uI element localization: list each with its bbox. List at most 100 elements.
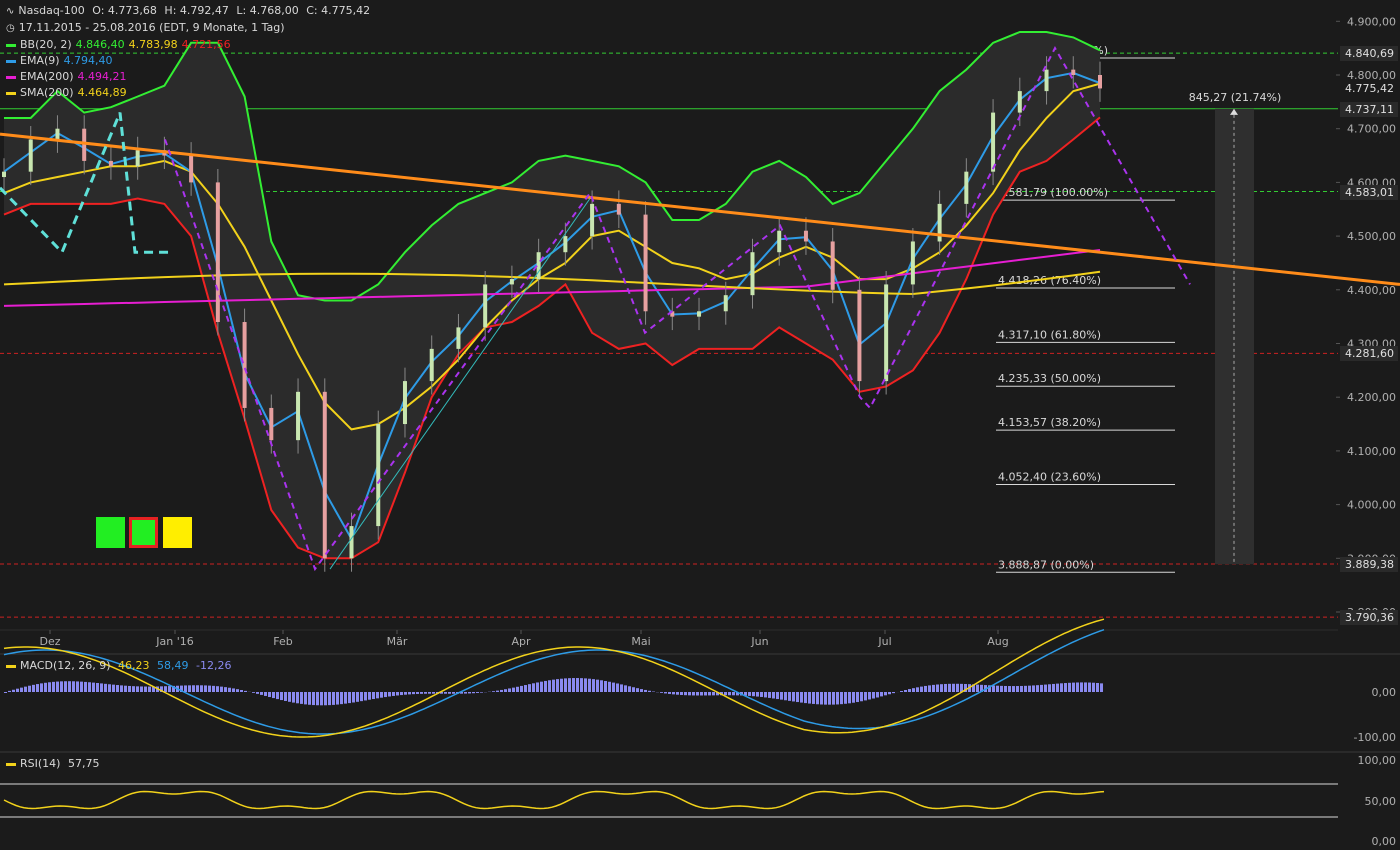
macd-histogram-bar: [1096, 682, 1099, 692]
indicator-label: SMA(200): [20, 86, 74, 99]
macd-histogram-bar: [708, 692, 711, 696]
price-marker-label: 4.775,42: [1340, 81, 1398, 97]
macd-histogram-bar: [952, 683, 955, 692]
macd-histogram-bar: [552, 679, 555, 692]
signal-box-selected[interactable]: [129, 517, 158, 548]
macd-histogram-bar: [860, 692, 863, 702]
macd-histogram-bar: [624, 685, 627, 692]
macd-histogram-bar: [344, 692, 347, 704]
macd-histogram-bar: [128, 685, 131, 692]
macd-histogram-bar: [772, 692, 775, 699]
macd-histogram-bar: [592, 679, 595, 692]
candle-body: [910, 241, 915, 285]
macd-histogram-bar: [920, 686, 923, 692]
price-tick-label: 4.100,00: [1347, 445, 1396, 458]
macd-histogram-bar: [108, 684, 111, 692]
macd-histogram-bar: [308, 692, 311, 705]
indicator-legend-row: SMA(200) 4.464,89: [6, 85, 131, 101]
macd-histogram-bar: [424, 692, 427, 694]
macd-histogram-bar: [836, 692, 839, 705]
macd-histogram-bar: [940, 684, 943, 692]
macd-histogram-bar: [184, 685, 187, 692]
macd-histogram-bar: [568, 678, 571, 692]
signal-box-green[interactable]: [96, 517, 125, 548]
indicator-value: 4.721,56: [181, 38, 231, 51]
macd-histogram-bar: [68, 681, 71, 692]
macd-histogram-bar: [228, 687, 231, 692]
macd-histogram-bar: [1008, 686, 1011, 692]
macd-histogram-bar: [584, 678, 587, 692]
macd-histogram-bar: [376, 692, 379, 699]
macd-histogram-bar: [672, 692, 675, 695]
macd-histogram-bar: [396, 692, 399, 696]
indicator-swatch: [6, 59, 16, 63]
macd-histogram-bar: [692, 692, 695, 696]
signal-box-yellow[interactable]: [163, 517, 192, 548]
macd-histogram-bar: [480, 692, 483, 693]
candle-body: [616, 203, 621, 215]
macd-histogram-bar: [472, 692, 475, 694]
macd-histogram-bar: [760, 692, 763, 697]
macd-histogram-bar: [12, 689, 15, 692]
macd-histogram-bar: [140, 686, 143, 692]
macd-histogram-bar: [236, 689, 239, 692]
macd-histogram-bar: [144, 686, 147, 692]
macd-histogram-bar: [268, 692, 271, 698]
month-label: Dez: [39, 635, 60, 648]
macd-histogram-bar: [72, 681, 75, 692]
macd-histogram-bar: [684, 692, 687, 696]
macd-histogram-bar: [560, 678, 563, 692]
macd-histogram-bar: [276, 692, 279, 700]
macd-histogram-bar: [240, 690, 243, 692]
candle-body: [242, 322, 247, 408]
macd-histogram-bar: [288, 692, 291, 702]
month-label: Jul: [877, 635, 891, 648]
macd-histogram-bar: [208, 685, 211, 692]
macd-histogram-bar: [668, 692, 671, 694]
macd-histogram-bar: [928, 685, 931, 692]
rsi-value: 57,75: [67, 757, 100, 770]
macd-histogram-bar: [856, 692, 859, 703]
macd-histogram-bar: [384, 692, 387, 698]
macd-histogram-bar: [1020, 685, 1023, 692]
macd-histogram-bar: [4, 692, 7, 693]
macd-histogram-bar: [844, 692, 847, 704]
candle-body: [1044, 69, 1049, 92]
candle-body: [55, 128, 60, 140]
macd-histogram-bar: [312, 692, 315, 706]
macd-histogram-bar: [196, 685, 199, 692]
macd-histogram-bar: [168, 686, 171, 692]
indicator-swatch: [6, 43, 16, 47]
rsi-axis-label: 100,00: [1358, 754, 1397, 767]
candle-body: [189, 155, 194, 183]
price-marker-label: 4.281,60: [1340, 346, 1398, 362]
macd-histogram-bar: [368, 692, 371, 700]
macd-histogram-bar: [916, 687, 919, 692]
macd-histogram-bar: [948, 683, 951, 692]
indicator-label: EMA(200): [20, 70, 74, 83]
macd-histogram-bar: [820, 692, 823, 705]
candle-body: [1017, 91, 1022, 113]
macd-histogram-bar: [992, 685, 995, 692]
macd-histogram-bar: [360, 692, 363, 702]
candle-body: [1071, 69, 1076, 75]
macd-histogram-bar: [1048, 684, 1051, 692]
macd-histogram-bar: [700, 692, 703, 696]
stock-chart[interactable]: 4.900,004.800,004.700,004.600,004.500,00…: [0, 0, 1400, 850]
macd-histogram-bar: [1016, 686, 1019, 692]
macd-histogram-bar: [252, 692, 255, 693]
macd-histogram-bar: [264, 692, 267, 696]
macd-histogram-bar: [728, 692, 731, 696]
macd-histogram-bar: [1044, 684, 1047, 692]
price-marker-label: 3.790,36: [1340, 610, 1398, 626]
macd-histogram-bar: [92, 682, 95, 692]
macd-histogram-bar: [588, 678, 591, 692]
macd-histogram-bar: [292, 692, 295, 703]
macd-histogram-bar: [1040, 684, 1043, 692]
macd-histogram-bar: [996, 685, 999, 692]
macd-swatch: [6, 664, 16, 668]
close-value: C: 4.775,42: [306, 4, 371, 17]
indicator-legend-row: EMA(9) 4.794,40: [6, 53, 117, 69]
macd-histogram-bar: [284, 692, 287, 701]
macd-histogram-bar: [44, 682, 47, 692]
